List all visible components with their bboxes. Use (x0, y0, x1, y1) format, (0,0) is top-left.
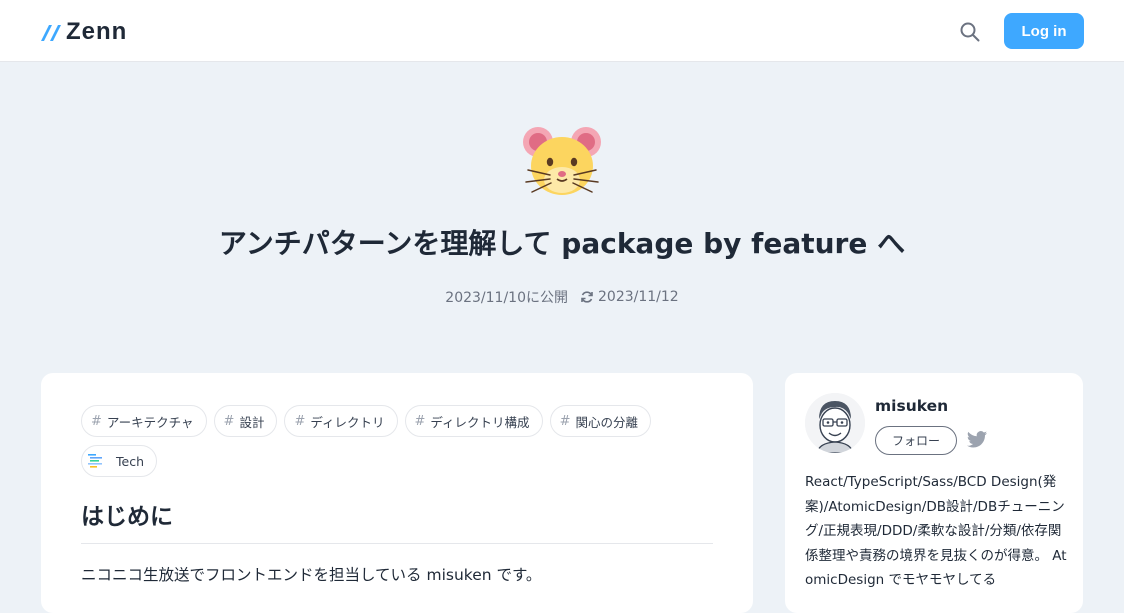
hash-icon: # (294, 413, 306, 429)
hash-icon: # (223, 413, 235, 429)
published-date: 2023/11/10に公開 (445, 290, 568, 306)
logo-text: Zenn (66, 18, 128, 45)
twitter-icon (966, 431, 988, 448)
topic-tag[interactable]: # アーキテクチャ (81, 405, 207, 437)
tech-code-icon (86, 452, 108, 470)
topic-list: # アーキテクチャ # 設計 # ディレクトリ # ディレクトリ構成 # 関心の… (81, 405, 721, 477)
site-header: Zenn Log in (0, 0, 1124, 62)
article-meta: 2023/11/10に公開 2023/11/12 (0, 287, 1124, 307)
topic-tag[interactable]: # 設計 (213, 405, 278, 437)
updated-date: 2023/11/12 (598, 289, 679, 305)
hash-icon: # (91, 413, 102, 429)
section-heading: はじめに (81, 497, 713, 544)
search-icon (960, 22, 980, 42)
article-title: アンチパターンを理解して package by feature へ (218, 227, 906, 260)
updated-date-group: 2023/11/12 (580, 289, 679, 305)
search-button[interactable] (958, 20, 982, 44)
intro-paragraph: ニコニコ生放送でフロントエンドを担当している misuken です。 (81, 566, 542, 584)
topic-label: ディレクトリ (310, 414, 385, 430)
refresh-icon (581, 291, 593, 303)
twitter-link[interactable] (966, 430, 988, 450)
topic-label: 設計 (239, 414, 265, 430)
login-button[interactable]: Log in (1004, 13, 1084, 49)
tech-type-badge[interactable]: Tech (81, 445, 157, 477)
topic-tag[interactable]: # ディレクトリ (284, 405, 398, 437)
author-bio: React/TypeScript/Sass/BCD Design(発案)/Ato… (805, 474, 1067, 588)
article-body-card: # アーキテクチャ # 設計 # ディレクトリ # ディレクトリ構成 # 関心の… (41, 373, 753, 613)
topic-label: アーキテクチャ (106, 414, 194, 430)
topic-label: 関心の分離 (575, 414, 638, 430)
tech-badge-label: Tech (116, 453, 144, 469)
zenn-logo[interactable]: Zenn (40, 18, 127, 46)
follow-button[interactable]: フォロー (875, 426, 957, 455)
topic-tag[interactable]: # ディレクトリ構成 (404, 405, 543, 437)
hash-icon: # (414, 413, 426, 429)
author-card: misuken フォロー React/TypeScript/Sass/BCD D… (785, 373, 1083, 613)
hash-icon: # (559, 413, 571, 429)
topic-tag[interactable]: # 関心の分離 (549, 405, 651, 437)
zenn-logo-icon (41, 25, 61, 41)
author-name[interactable]: misuken (875, 397, 948, 415)
hamster-emoji-icon (522, 122, 602, 198)
topic-label: ディレクトリ構成 (430, 414, 530, 430)
author-avatar[interactable] (805, 393, 865, 453)
